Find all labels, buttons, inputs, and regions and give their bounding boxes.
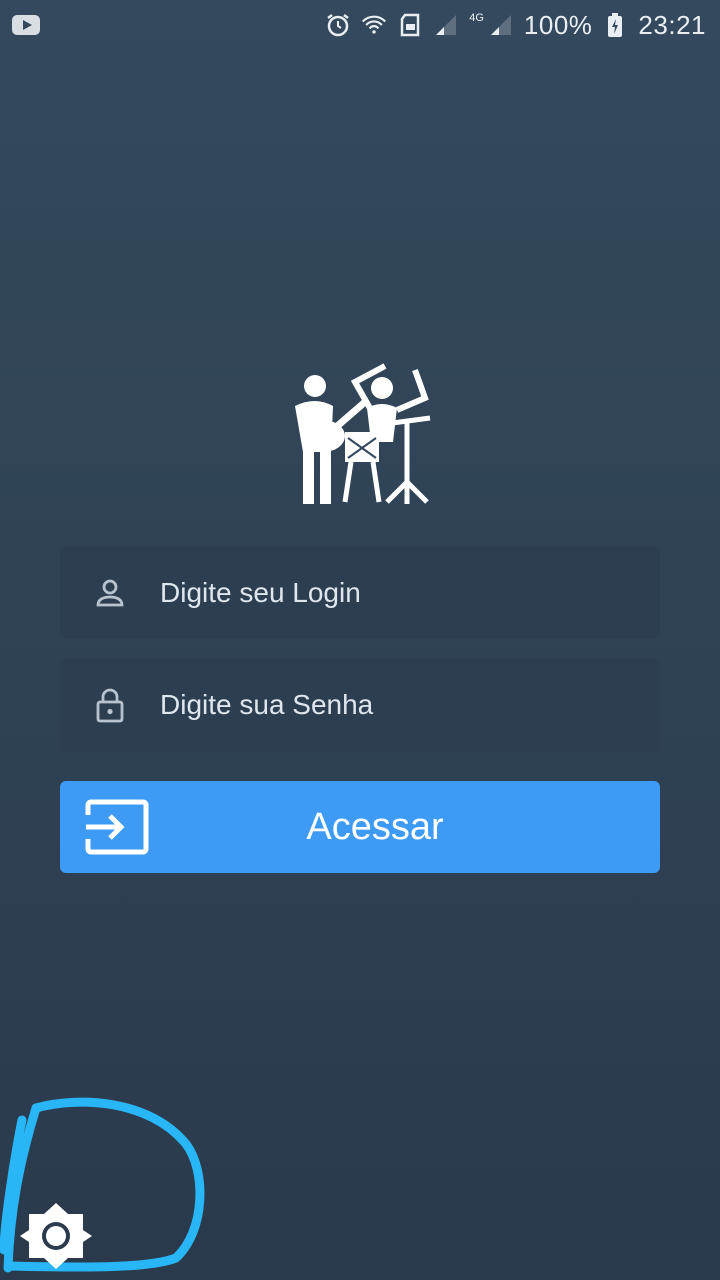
wifi-icon — [361, 12, 387, 38]
youtube-icon — [12, 15, 40, 35]
signal-icon — [488, 12, 514, 38]
status-bar: 4G 100% 23:21 — [0, 0, 720, 50]
sd-card-icon — [397, 12, 423, 38]
clock: 23:21 — [638, 9, 706, 40]
login-input[interactable] — [160, 577, 620, 609]
battery-charging-icon — [602, 12, 628, 38]
password-input[interactable] — [160, 689, 620, 721]
band-logo-icon — [285, 362, 435, 508]
login-enter-icon — [84, 799, 150, 855]
acessar-button[interactable]: Acessar — [60, 781, 660, 873]
settings-brightness-icon[interactable] — [20, 1200, 92, 1272]
alarm-icon — [325, 12, 351, 38]
acessar-button-label: Acessar — [306, 805, 444, 848]
password-field[interactable] — [60, 659, 660, 751]
battery-percent: 100% — [523, 9, 593, 40]
lock-icon — [60, 687, 160, 723]
status-bar-left — [12, 15, 40, 35]
network-type: 4G — [469, 12, 484, 24]
login-field[interactable] — [60, 547, 660, 639]
signal-icon — [433, 12, 459, 38]
status-bar-right: 4G 100% 23:21 — [325, 10, 706, 41]
person-icon — [60, 577, 160, 609]
